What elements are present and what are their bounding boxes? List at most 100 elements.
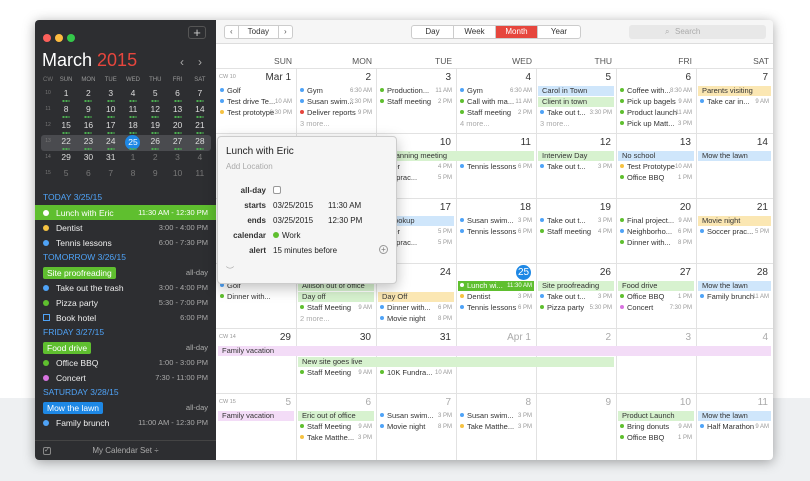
day-number[interactable]: 18 — [456, 202, 531, 213]
view-tab-week[interactable]: Week — [454, 26, 496, 38]
mini-day[interactable]: 3 — [166, 151, 188, 167]
alert-value[interactable]: 15 minutes before — [273, 246, 337, 255]
more-events-link[interactable]: 4 more... — [458, 119, 534, 129]
agenda-item[interactable]: Family brunch 11:00 AM - 12:30 PM — [35, 415, 216, 430]
day-number[interactable]: 11 — [456, 137, 531, 148]
mini-day[interactable]: 6 — [77, 167, 99, 183]
view-tab-year[interactable]: Year — [538, 26, 580, 38]
day-number[interactable]: 5 — [536, 72, 611, 83]
agenda-item[interactable]: Dentist 3:00 - 4:00 PM — [35, 220, 216, 235]
calendar-event[interactable]: Movie night — [698, 216, 771, 226]
starts-time[interactable]: 11:30 AM — [328, 201, 361, 210]
allday-checkbox[interactable] — [273, 186, 281, 194]
agenda-item[interactable]: Take out the trash 3:00 - 4:00 PM — [35, 280, 216, 295]
mini-day[interactable]: 15 — [55, 119, 77, 135]
popover-location-field[interactable]: Add Location — [226, 162, 273, 171]
calendar-event[interactable]: Tennis lessons 6 PM — [458, 227, 534, 237]
agenda-item[interactable]: Mow the lawn all-day — [35, 400, 216, 415]
calendar-event[interactable]: Test drive Te... 10 AM — [218, 97, 294, 107]
day-number[interactable]: 19 — [536, 202, 611, 213]
calendar-event[interactable]: Neighborho... 6 PM — [618, 227, 694, 237]
calendar-event[interactable]: Dinner with... 6 PM — [378, 303, 454, 313]
ends-date[interactable]: 03/25/2015 — [273, 216, 313, 225]
mini-next-month-button[interactable]: › — [198, 55, 202, 69]
day-number[interactable]: Apr 1 — [456, 332, 531, 343]
day-number[interactable]: 5 — [216, 397, 291, 408]
mini-day[interactable]: 8 — [122, 167, 144, 183]
calendar-event[interactable]: Susan swim... 3:30 PM — [298, 97, 374, 107]
calendar-event[interactable]: Day off — [298, 292, 374, 302]
day-number[interactable]: 2 — [296, 72, 371, 83]
agenda-item[interactable]: Food drive all-day — [35, 340, 216, 355]
calendar-event[interactable]: Take out t... 3 PM — [538, 292, 614, 302]
mini-day[interactable]: 1 — [55, 87, 77, 103]
mini-day[interactable]: 18 — [122, 119, 144, 135]
calendar-event[interactable]: Take out t... 3 PM — [538, 216, 614, 226]
mini-day[interactable]: 28 — [189, 135, 211, 151]
mini-day[interactable]: 29 — [55, 151, 77, 167]
day-number[interactable]: 20 — [616, 202, 691, 213]
calendar-event[interactable]: Test prototype 6:30 PM — [218, 108, 294, 118]
view-tab-month[interactable]: Month — [496, 26, 538, 38]
calendar-event[interactable]: Staff meeting 2 PM — [458, 108, 534, 118]
calendar-event[interactable]: Golf — [218, 86, 294, 96]
mini-day[interactable]: 2 — [77, 87, 99, 103]
calendar-event[interactable]: Coffee with... 8:30 AM — [618, 86, 694, 96]
calendar-event[interactable]: Dinner with... 8 PM — [618, 238, 694, 248]
mini-day[interactable]: 21 — [189, 119, 211, 135]
calendar-set-selector[interactable]: My Calendar Set ÷ — [92, 446, 158, 455]
calendar-event[interactable]: Family brunch 11 AM — [698, 292, 771, 302]
calendar-event[interactable]: Pick up bagels 9 AM — [618, 97, 694, 107]
add-alert-icon[interactable]: + — [379, 245, 388, 254]
calendar-event[interactable]: Half Marathon 9 AM — [698, 422, 771, 432]
add-event-button[interactable]: + — [188, 26, 206, 39]
calendar-event[interactable]: Test Prototype 10 AM — [618, 162, 694, 172]
mini-prev-month-button[interactable]: ‹ — [180, 55, 184, 69]
day-number[interactable]: 10 — [616, 397, 691, 408]
calendar-event[interactable]: Dinner with... — [218, 292, 294, 302]
mini-day[interactable]: 10 — [100, 103, 122, 119]
day-number[interactable]: 29 — [216, 332, 291, 343]
starts-date[interactable]: 03/25/2015 — [273, 201, 313, 210]
calendar-event[interactable]: Product Launch — [618, 411, 694, 421]
calendar-event[interactable]: Product launch 11 AM — [618, 108, 694, 118]
day-number[interactable]: 26 — [536, 267, 611, 278]
mini-day[interactable]: 11 — [189, 167, 211, 183]
calendar-event[interactable]: Movie night 8 PM — [378, 314, 454, 324]
mini-day[interactable]: 4 — [122, 87, 144, 103]
day-number[interactable]: 11 — [696, 397, 768, 408]
zoom-button[interactable] — [67, 34, 75, 42]
day-number[interactable]: 27 — [616, 267, 691, 278]
calendar-event[interactable]: Tennis lessons 6 PM — [458, 303, 534, 313]
calendar-event[interactable]: New site goes live — [298, 357, 614, 367]
calendar-event[interactable]: Final project... 9 AM — [618, 216, 694, 226]
calendar-event[interactable]: Gym 6:30 AM — [298, 86, 374, 96]
day-number[interactable]: 2 — [536, 332, 611, 343]
mini-day[interactable]: 5 — [55, 167, 77, 183]
calendar-event[interactable]: Office BBQ 1 PM — [618, 433, 694, 443]
calendar-event[interactable]: Take car in... 9 AM — [698, 97, 771, 107]
day-number[interactable]: 9 — [536, 397, 611, 408]
calendar-event[interactable]: Movie night 8 PM — [378, 422, 454, 432]
minimize-button[interactable] — [55, 34, 63, 42]
calendar-event[interactable]: Day Off — [378, 292, 454, 302]
mini-day[interactable]: 7 — [100, 167, 122, 183]
today-button[interactable]: Today — [237, 26, 280, 38]
mini-day[interactable]: 9 — [77, 103, 99, 119]
mini-day[interactable]: 19 — [144, 119, 166, 135]
mini-day[interactable]: 3 — [100, 87, 122, 103]
calendar-event[interactable]: Office BBQ 1 PM — [618, 173, 694, 183]
calendar-event[interactable]: Take Matthe... 3 PM — [298, 433, 374, 443]
calendar-event[interactable]: Bring donuts 9 AM — [618, 422, 694, 432]
mini-day[interactable]: 25 — [122, 135, 144, 151]
day-number[interactable]: 28 — [696, 267, 768, 278]
calendar-event[interactable]: Staff meeting 4 PM — [538, 227, 614, 237]
calendar-event[interactable]: Mow the lawn — [698, 411, 771, 421]
calendar-event[interactable]: Call with ma... 11 AM — [458, 97, 534, 107]
mini-day[interactable]: 24 — [100, 135, 122, 151]
mini-day[interactable]: 2 — [144, 151, 166, 167]
day-number[interactable]: 30 — [296, 332, 371, 343]
mini-day[interactable]: 20 — [166, 119, 188, 135]
calendar-event[interactable]: Dentist 3 PM — [458, 292, 534, 302]
prev-period-button[interactable]: ‹ — [225, 26, 238, 38]
